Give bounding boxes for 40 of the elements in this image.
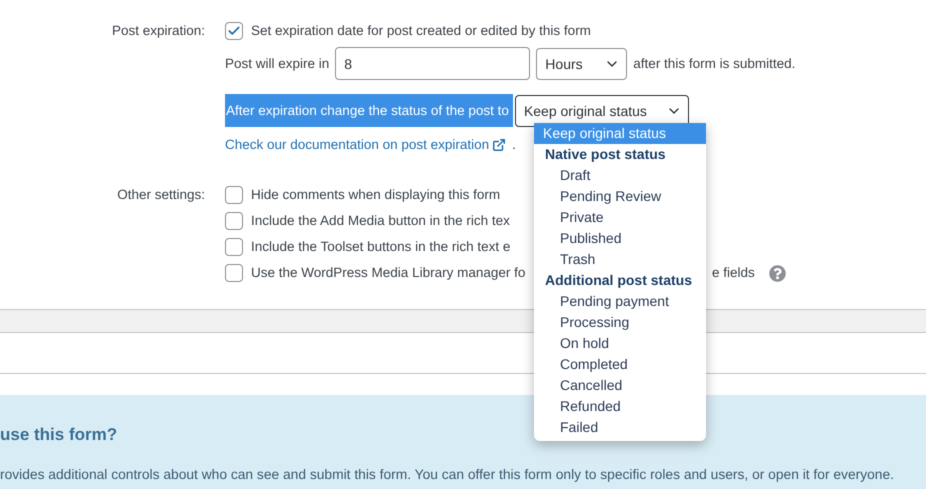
menu-option[interactable]: Trash — [534, 249, 706, 270]
menu-group-heading: Native post status — [544, 145, 667, 164]
menu-option[interactable]: Refunded — [534, 396, 706, 417]
checkbox-label: Use the WordPress Media Library manager fo — [251, 265, 526, 280]
external-link-icon — [492, 138, 506, 152]
checkbox-label: Include the Add Media button in the rich tex — [251, 213, 510, 228]
menu-option[interactable]: Draft — [534, 165, 706, 186]
panel-text: rovides additional controls about who can see and submit this form. You can offer this form only to specific roles and users, or open it for everyone. — [0, 467, 894, 482]
panel-heading: use this form? — [0, 425, 118, 445]
expire-suffix: after this form is submitted. — [633, 54, 796, 72]
checkbox[interactable] — [225, 186, 243, 204]
help-icon[interactable] — [768, 264, 786, 282]
documentation-link[interactable]: Check our documentation on post expiration — [225, 135, 506, 155]
checkbox[interactable] — [225, 264, 243, 282]
menu-option[interactable]: Completed — [534, 354, 706, 375]
period: . — [512, 136, 516, 154]
menu-group-heading: Additional post status — [544, 271, 693, 290]
menu-option[interactable]: Pending Review — [534, 186, 706, 207]
menu-option[interactable]: Published — [534, 228, 706, 249]
checkbox[interactable] — [225, 212, 243, 230]
checkbox[interactable] — [225, 22, 243, 40]
menu-option[interactable]: On hold — [534, 333, 706, 354]
field-label: Other settings: — [116, 186, 205, 204]
status-label: After expiration change the status of the post to — [225, 94, 513, 127]
checkbox-label: Include the Toolset buttons in the rich text e — [251, 239, 510, 254]
menu-option[interactable]: Private — [534, 207, 706, 228]
checkbox-label: Set expiration date for post created or edited by this form — [251, 22, 591, 40]
menu-option[interactable]: Cancelled — [534, 375, 706, 396]
checkbox[interactable] — [225, 238, 243, 256]
menu-option[interactable]: Failed — [534, 417, 706, 438]
checkbox-label: Hide comments when displaying this form — [251, 187, 500, 202]
menu-option[interactable]: Pending payment — [534, 291, 706, 312]
menu-option[interactable]: Processing — [534, 312, 706, 333]
status-select[interactable]: Keep original status — [514, 94, 689, 126]
expire-prefix: Post will expire in — [225, 54, 330, 73]
unit-select[interactable]: Hours — [536, 48, 628, 80]
field-label: Post expiration: — [110, 22, 205, 40]
checkbox-label-end: e fields — [712, 264, 755, 282]
amount-input[interactable]: 8 — [335, 47, 530, 80]
check-icon — [227, 24, 241, 38]
